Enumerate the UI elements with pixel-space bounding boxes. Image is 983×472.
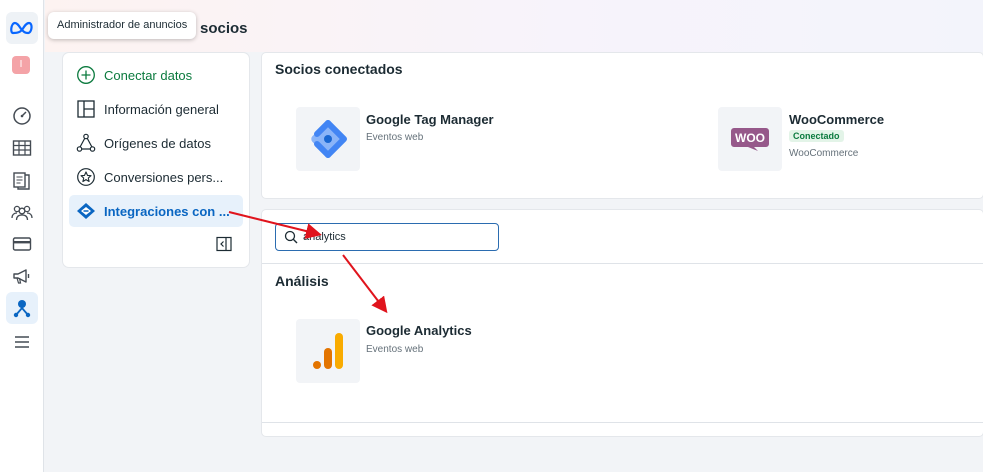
meta-logo-icon[interactable] [6, 12, 38, 44]
nav-item-label: Conectar datos [104, 67, 193, 83]
megaphone-icon[interactable] [6, 260, 38, 292]
google-tag-manager-logo-icon[interactable] [296, 107, 360, 171]
collapse-panel-icon[interactable] [216, 236, 234, 254]
people-group-icon[interactable] [6, 196, 38, 228]
rail-tooltip: Administrador de anuncios [48, 12, 197, 39]
left-rail: I [0, 0, 44, 472]
partner-integrations-icon[interactable] [6, 292, 38, 324]
partner-search-box[interactable] [275, 223, 499, 251]
credit-card-icon[interactable] [6, 228, 38, 260]
section-title-connected: Socios conectados [275, 61, 403, 77]
partner-name[interactable]: Google Tag Manager [366, 112, 494, 127]
google-analytics-logo-icon[interactable] [296, 319, 360, 383]
star-circle-icon [75, 166, 97, 188]
plus-circle-icon [75, 64, 97, 86]
nav-item-label: Integraciones con ... [104, 203, 230, 219]
page-title: socios [200, 20, 248, 37]
partner-name[interactable]: Google Analytics [366, 323, 472, 338]
document-stack-icon[interactable] [6, 164, 38, 196]
partner-subtitle: Eventos web [366, 132, 424, 143]
dashboard-gauge-icon[interactable] [6, 100, 38, 132]
nav-item-custom-conversions[interactable]: Conversiones pers... [69, 161, 243, 193]
section-divider [262, 263, 983, 264]
account-avatar[interactable]: I [12, 56, 30, 74]
partner-subtitle: Eventos web [366, 344, 424, 355]
nav-item-label: Orígenes de datos [104, 135, 211, 151]
woo-logo-text: WOO [735, 131, 765, 145]
partner-name[interactable]: WooCommerce [789, 112, 884, 127]
data-sources-icon [75, 132, 97, 154]
section-title-analysis: Análisis [275, 273, 329, 289]
search-input[interactable] [303, 228, 493, 246]
nav-item-label: Conversiones pers... [104, 169, 224, 185]
search-results-card: Análisis Google Analytics Eventos web [262, 210, 983, 436]
nav-item-label: Información general [104, 101, 219, 117]
nav-item-partner-integrations[interactable]: Integraciones con ... [69, 195, 243, 227]
connected-status-badge: Conectado [789, 130, 844, 142]
nav-item-data-sources[interactable]: Orígenes de datos [69, 127, 243, 159]
nav-item-overview[interactable]: Información general [69, 93, 243, 125]
connected-partners-card: Socios conectados Google Tag Manager Eve… [262, 53, 983, 198]
nav-item-connect-data[interactable]: Conectar datos [69, 59, 243, 91]
menu-lines-icon[interactable] [6, 326, 38, 358]
search-icon [284, 230, 298, 249]
handshake-icon [75, 200, 97, 222]
data-sources-nav: Conectar datos Información general Oríge… [63, 53, 249, 267]
overview-layout-icon [75, 98, 97, 120]
partner-subtitle: WooCommerce [789, 148, 859, 159]
table-grid-icon[interactable] [6, 132, 38, 164]
woocommerce-logo-icon[interactable]: WOO [718, 107, 782, 171]
section-divider [262, 422, 983, 423]
